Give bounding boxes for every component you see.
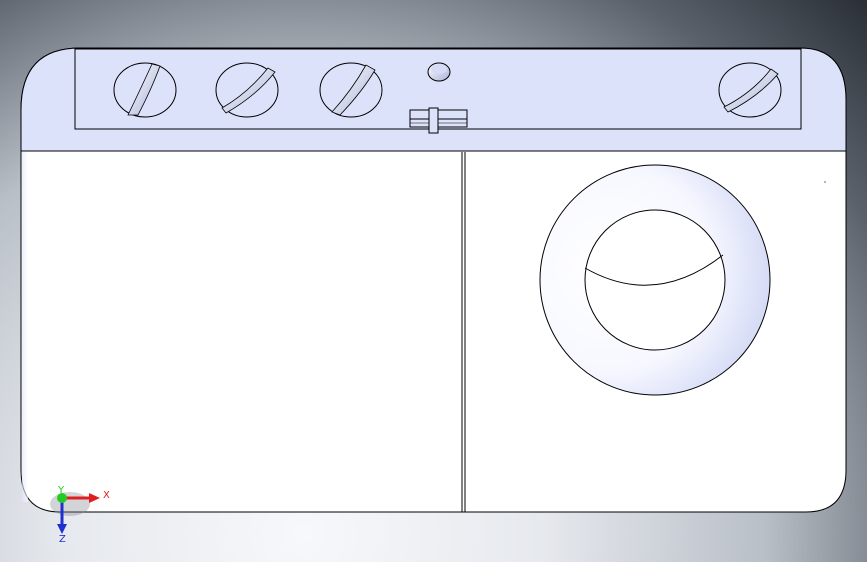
indicator-button[interactable] [427,62,451,82]
washer-door[interactable] [539,164,771,396]
knob-3[interactable] [319,62,383,118]
z-axis-label: Z [59,534,66,544]
x-axis-arrow-icon [89,493,100,503]
graphics-viewport[interactable]: X Y Z [0,0,867,562]
knob-2[interactable] [215,62,279,118]
y-axis-label: Y [57,485,65,496]
knob-1[interactable] [113,62,177,118]
x-axis-label: X [103,490,110,501]
orientation-triad: X Y Z [50,485,110,544]
z-axis-arrow-icon [57,524,67,534]
washing-machine-model[interactable] [0,0,867,562]
knob-4[interactable] [718,62,782,118]
door-window [584,209,726,351]
